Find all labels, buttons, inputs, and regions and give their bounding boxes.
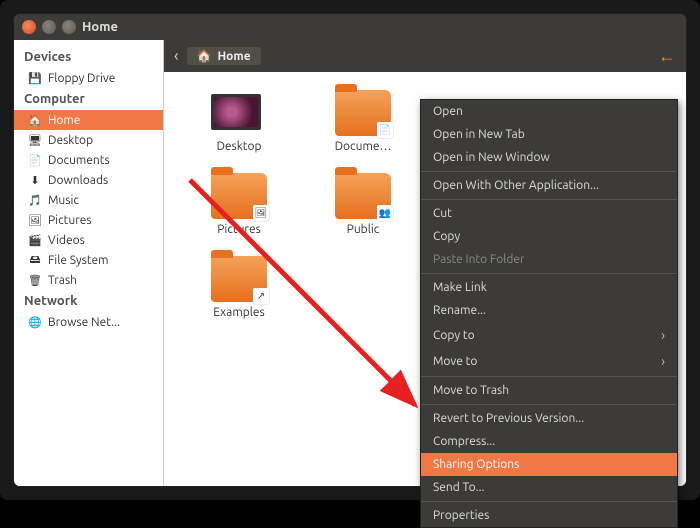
folder-public[interactable]: 👥 Public xyxy=(306,173,420,236)
sidebar-item-label: Browse Net... xyxy=(48,316,120,329)
close-icon[interactable] xyxy=(22,20,36,34)
folder-icon: ↗ xyxy=(211,256,267,302)
sidebar-item-label: Documents xyxy=(48,154,110,167)
menu-item-compress[interactable]: Compress... xyxy=(421,430,677,453)
menu-separator xyxy=(421,501,677,502)
menu-item-make-link[interactable]: Make Link xyxy=(421,276,677,299)
home-icon: 🏠 xyxy=(197,49,212,63)
menu-item-copy[interactable]: Copy xyxy=(421,225,677,248)
menu-separator xyxy=(421,199,677,200)
menu-separator xyxy=(421,404,677,405)
back-icon[interactable]: ‹ xyxy=(174,47,179,65)
folder-pictures[interactable]: 🖼 Pictures xyxy=(182,173,296,236)
sidebar-item-music[interactable]: 🎵 Music xyxy=(14,190,163,210)
emblem-icon: 👥 xyxy=(377,205,393,221)
sidebar-item-trash[interactable]: 🗑 Trash xyxy=(14,270,163,290)
folder-icon: 🖼 xyxy=(211,173,267,219)
menu-item-cut[interactable]: Cut xyxy=(421,202,677,225)
sidebar-header: Devices xyxy=(14,46,163,68)
sidebar-item-icon: 🎬 xyxy=(28,233,42,247)
menu-item-revert-to-previous-version[interactable]: Revert to Previous Version... xyxy=(421,407,677,430)
sidebar-item-file-system[interactable]: 🖴 File System xyxy=(14,250,163,270)
sidebar-item-label: Videos xyxy=(48,234,85,247)
menu-item-send-to[interactable]: Send To... xyxy=(421,476,677,499)
folder-icon: 👥 xyxy=(335,173,391,219)
sidebar-item-videos[interactable]: 🎬 Videos xyxy=(14,230,163,250)
sidebar-item-floppy-drive[interactable]: 💾 Floppy Drive xyxy=(14,68,163,88)
folder-label: Public xyxy=(347,223,380,236)
titlebar: Home xyxy=(14,14,686,40)
window-title: Home xyxy=(82,20,118,34)
menu-item-copy-to[interactable]: Copy to xyxy=(421,322,677,348)
sidebar-item-label: Music xyxy=(48,194,79,207)
folder-icon xyxy=(211,90,267,136)
folder-icon: 📄 xyxy=(335,90,391,136)
menu-item-rename[interactable]: Rename... xyxy=(421,299,677,322)
sidebar-item-icon: ⬇ xyxy=(28,173,42,187)
forward-icon[interactable]: ← xyxy=(658,46,676,67)
folder-desktop[interactable]: Desktop xyxy=(182,90,296,153)
menu-separator xyxy=(421,273,677,274)
sidebar-item-icon: 💾 xyxy=(28,71,42,85)
sidebar-item-icon: 🖼 xyxy=(28,213,42,227)
menu-item-paste-into-folder: Paste Into Folder xyxy=(421,248,677,271)
sidebar-item-icon: 🏠 xyxy=(28,113,42,127)
sidebar-item-documents[interactable]: 📄 Documents xyxy=(14,150,163,170)
context-menu: OpenOpen in New TabOpen in New Window Ope… xyxy=(420,99,678,528)
sidebar-item-desktop[interactable]: 🖥 Desktop xyxy=(14,130,163,150)
folder-documents[interactable]: 📄 Docume… xyxy=(306,90,420,153)
minimize-icon[interactable] xyxy=(42,20,56,34)
menu-item-sharing-options[interactable]: Sharing Options xyxy=(421,453,677,476)
folder-label: Examples xyxy=(213,306,264,319)
menu-item-open[interactable]: Open xyxy=(421,100,677,123)
emblem-icon: 🖼 xyxy=(253,205,269,221)
toolbar: ‹ 🏠 Home ← xyxy=(164,40,686,72)
menu-separator xyxy=(421,171,677,172)
menu-item-open-in-new-tab[interactable]: Open in New Tab xyxy=(421,123,677,146)
menu-item-properties[interactable]: Properties xyxy=(421,504,677,527)
menu-item-open-in-new-window[interactable]: Open in New Window xyxy=(421,146,677,169)
sidebar-item-label: Home xyxy=(48,114,80,127)
sidebar-item-label: Floppy Drive xyxy=(48,72,115,85)
sidebar-item-icon: 🖴 xyxy=(28,253,42,267)
emblem-icon: 📄 xyxy=(377,122,393,138)
sidebar-item-icon: 🎵 xyxy=(28,193,42,207)
sidebar-item-label: Downloads xyxy=(48,174,108,187)
sidebar-item-label: Desktop xyxy=(48,134,93,147)
menu-item-open-with-other-application[interactable]: Open With Other Application... xyxy=(421,174,677,197)
sidebar-header: Network xyxy=(14,290,163,312)
breadcrumb-label: Home xyxy=(217,50,250,63)
folder-label: Desktop xyxy=(216,140,261,153)
sidebar-item-label: Trash xyxy=(48,274,77,287)
folder-label: Docume… xyxy=(335,140,392,153)
sidebar-item-icon: 🖥 xyxy=(28,133,42,147)
sidebar-item-icon: 🌐 xyxy=(28,315,42,329)
sidebar-item-label: Pictures xyxy=(48,214,92,227)
menu-separator xyxy=(421,376,677,377)
sidebar: Devices 💾 Floppy Drive Computer 🏠 Home 🖥 Deskto… xyxy=(14,40,164,486)
folder-examples[interactable]: ↗ Examples xyxy=(182,256,296,319)
sidebar-item-icon: 📄 xyxy=(28,153,42,167)
sidebar-item-icon: 🗑 xyxy=(28,273,42,287)
breadcrumb[interactable]: 🏠 Home xyxy=(187,47,261,65)
sidebar-item-label: File System xyxy=(48,254,109,267)
sidebar-header: Computer xyxy=(14,88,163,110)
folder-label: Pictures xyxy=(217,223,261,236)
emblem-icon: ↗ xyxy=(253,288,269,304)
menu-item-move-to[interactable]: Move to xyxy=(421,348,677,374)
sidebar-item-browse-net-[interactable]: 🌐 Browse Net... xyxy=(14,312,163,332)
maximize-icon[interactable] xyxy=(62,20,76,34)
menu-item-move-to-trash[interactable]: Move to Trash xyxy=(421,379,677,402)
sidebar-item-home[interactable]: 🏠 Home xyxy=(14,110,163,130)
sidebar-item-downloads[interactable]: ⬇ Downloads xyxy=(14,170,163,190)
sidebar-item-pictures[interactable]: 🖼 Pictures xyxy=(14,210,163,230)
